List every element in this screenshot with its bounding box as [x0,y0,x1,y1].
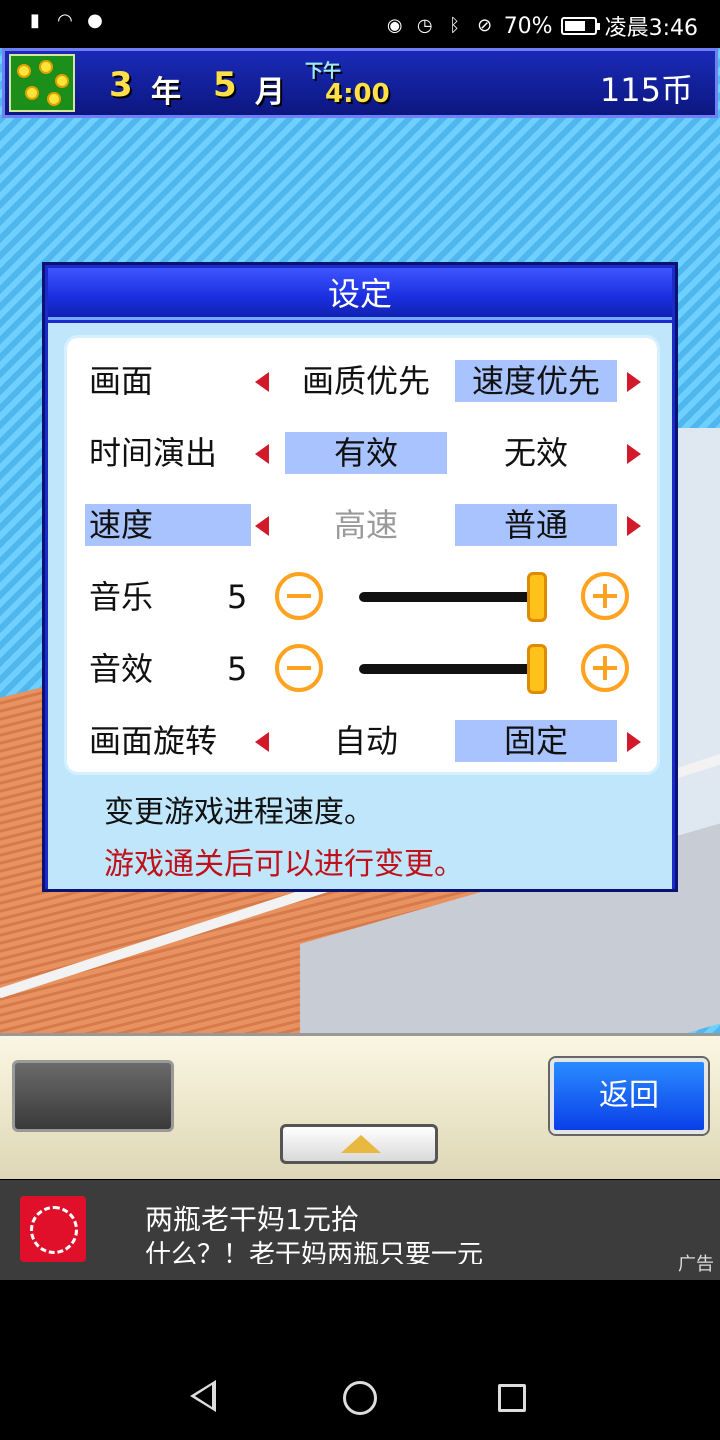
nav-recent-icon[interactable] [498,1384,526,1412]
game-time: 4:00 [325,79,390,109]
setting-row-sfx: 音效 5 [67,634,657,706]
arrow-right-icon[interactable] [627,444,641,464]
music-slider-handle[interactable] [527,572,547,622]
month-number: 5 [213,65,237,105]
arrow-left-icon[interactable] [255,732,269,752]
sfx-slider-handle[interactable] [527,644,547,694]
dialog-body: 画面 画质优先 速度优先 时间演出 有效 无效 速度 高速 普通 音乐 5 音效… [48,323,672,889]
option-disabled[interactable]: 无效 [455,432,617,474]
arrow-left-icon[interactable] [255,516,269,536]
nav-home-icon[interactable] [343,1381,377,1415]
month-label: 月 [255,75,285,110]
empty-slot-button[interactable] [12,1060,174,1132]
pinduoduo-logo-icon [20,1196,86,1262]
sfx-volume-slider[interactable] [359,664,541,674]
eye-icon: ◉ [386,15,403,36]
setting-label-sfx: 音效 [89,650,154,688]
option-enabled[interactable]: 有效 [285,432,447,474]
wifi-icon: ◠ [57,10,73,31]
battery-icon [560,17,600,35]
setting-label-rotation: 画面旋转 [89,722,218,760]
option-fixed[interactable]: 固定 [455,720,617,762]
option-speed-first[interactable]: 速度优先 [455,360,617,402]
arrow-left-icon[interactable] [255,444,269,464]
alarm-icon: ◷ [416,15,433,36]
up-arrow-icon [341,1135,381,1153]
coin-count: 115币 [599,71,693,109]
bluetooth-icon: ᛒ [449,15,461,36]
arrow-left-icon[interactable] [255,372,269,392]
plus-icon[interactable] [581,572,629,620]
expand-button[interactable] [280,1124,438,1164]
ad-banner[interactable]: 两瓶老干妈1元拾 什么？！老干妈两瓶只要一元 广告 [0,1180,720,1280]
back-button[interactable]: 返回 [550,1058,708,1134]
plus-icon[interactable] [581,644,629,692]
setting-row-time-effect: 时间演出 有效 无效 [67,418,657,490]
arrow-right-icon[interactable] [627,516,641,536]
music-volume-value: 5 [227,578,248,616]
status-right: ◉ ◷ ᛒ ⊘ 70% 凌晨3:46 [384,10,698,42]
game-top-bar: 3 年 5 月 下午 4:00 115币 [2,48,718,118]
option-quality-first[interactable]: 画质优先 [285,360,447,402]
setting-row-screen: 画面 画质优先 速度优先 [67,346,657,418]
wechat-icon: ● [87,10,103,31]
game-bottom-bar: 返回 [0,1033,720,1179]
ad-title: 两瓶老干妈1元拾 [145,1203,359,1236]
setting-description: 变更游戏进程速度。 [104,795,374,830]
year-label: 年 [151,75,181,110]
year-number: 3 [109,65,133,105]
clock: 凌晨3:46 [604,16,698,41]
status-left-icons: ▮ ◠ ● [24,10,106,32]
setting-label-screen: 画面 [89,362,154,400]
settings-panel: 画面 画质优先 速度优先 时间演出 有效 无效 速度 高速 普通 音乐 5 音效… [64,335,660,775]
music-volume-slider[interactable] [359,592,541,602]
setting-label-time-effect: 时间演出 [89,434,218,472]
mute-icon: ⊘ [477,15,493,36]
flower-avatar-icon [9,54,75,112]
setting-label-music: 音乐 [89,578,154,616]
battery-percent: 70% [503,13,553,39]
ad-tag: 广告 [678,1254,714,1275]
sfx-volume-value: 5 [227,650,248,688]
setting-note: 游戏通关后可以进行变更。 [104,847,464,882]
system-nav-bar [0,1280,720,1440]
option-auto[interactable]: 自动 [285,720,447,762]
arrow-right-icon[interactable] [627,372,641,392]
minus-icon[interactable] [275,644,323,692]
setting-row-speed: 速度 高速 普通 [67,490,657,562]
settings-dialog: 设定 画面 画质优先 速度优先 时间演出 有效 无效 速度 高速 普通 音乐 5… [42,262,678,892]
sim-icon: ▮ [30,10,40,31]
setting-row-rotation: 画面旋转 自动 固定 [67,706,657,772]
ad-subtitle: 什么？！老干妈两瓶只要一元 [145,1240,484,1264]
nav-back-icon[interactable] [190,1380,216,1412]
option-high-speed[interactable]: 高速 [285,504,447,546]
minus-icon[interactable] [275,572,323,620]
status-bar: ▮ ◠ ● ◉ ◷ ᛒ ⊘ 70% 凌晨3:46 [0,0,720,48]
setting-row-music: 音乐 5 [67,562,657,634]
dialog-title: 设定 [48,268,672,320]
setting-label-speed: 速度 [85,504,251,546]
option-normal-speed[interactable]: 普通 [455,504,617,546]
arrow-right-icon[interactable] [627,732,641,752]
